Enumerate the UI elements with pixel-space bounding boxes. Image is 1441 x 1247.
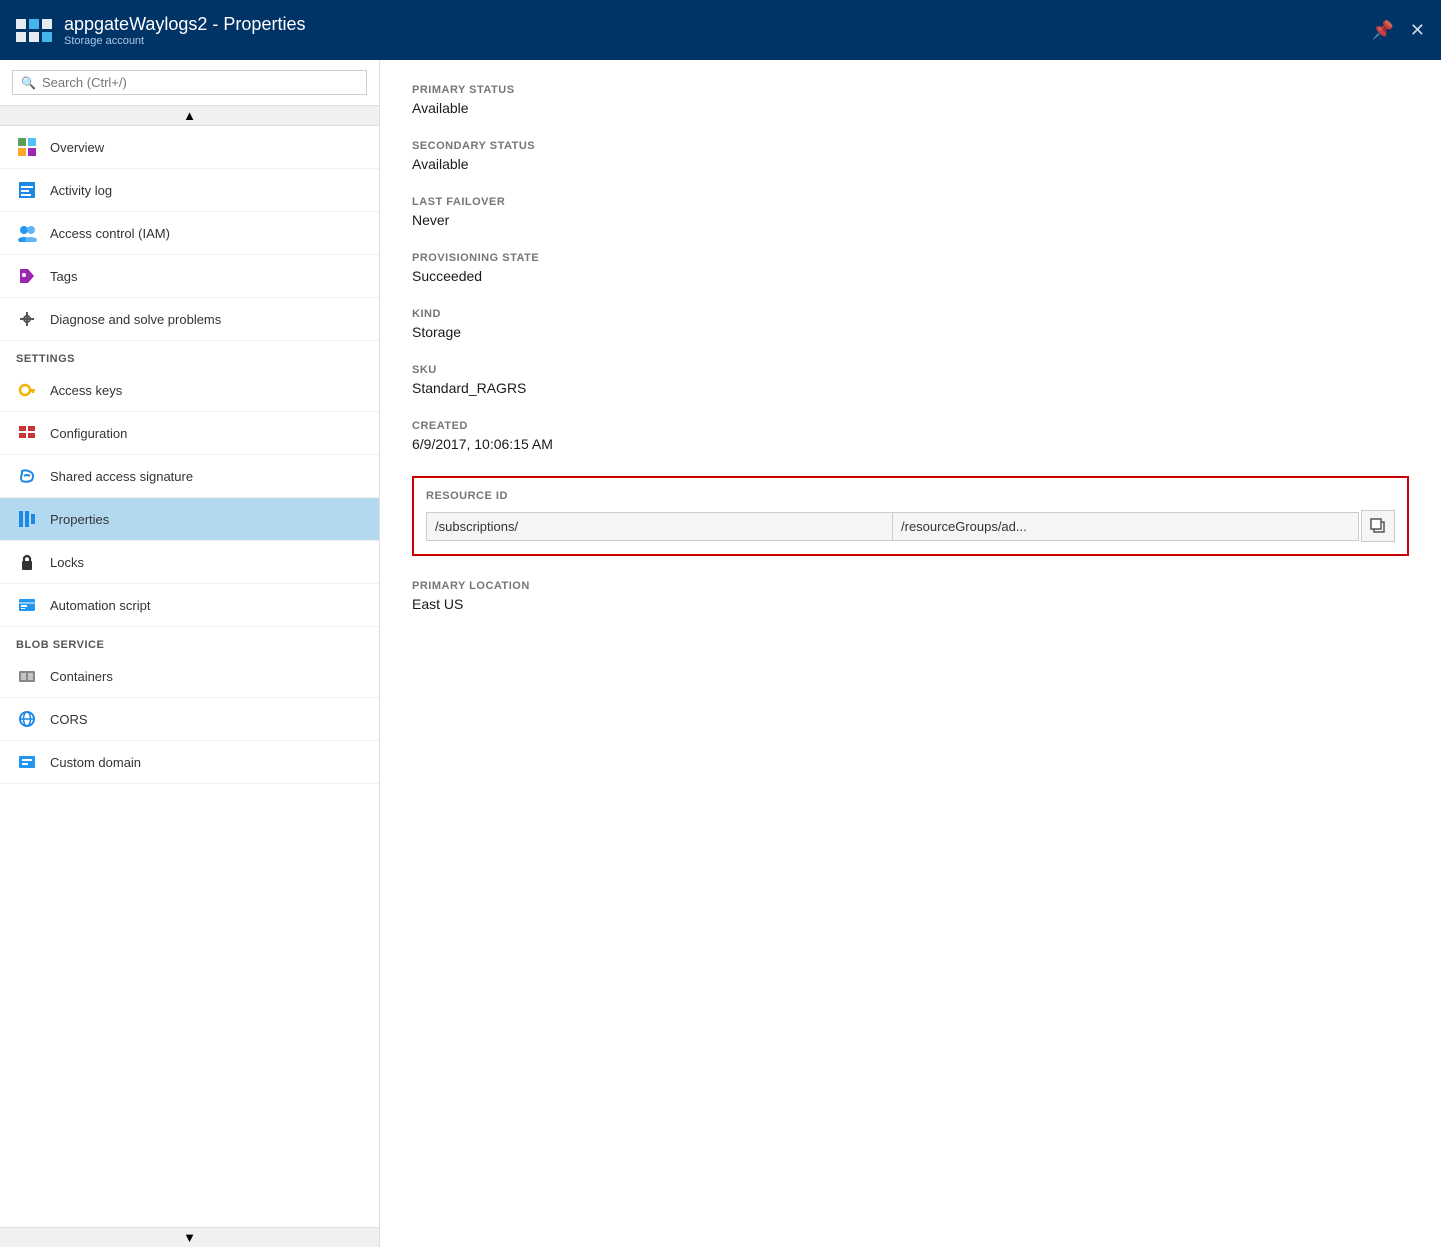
sidebar-item-access-keys[interactable]: Access keys <box>0 369 379 412</box>
sidebar-item-containers[interactable]: Containers <box>0 655 379 698</box>
sidebar-item-overview[interactable]: Overview <box>0 126 379 169</box>
activity-log-icon <box>16 179 38 201</box>
custom-domain-label: Custom domain <box>50 755 141 770</box>
primary-location-label: PRIMARY LOCATION <box>412 580 1409 592</box>
close-button[interactable]: ✕ <box>1410 20 1425 41</box>
resource-id-label: RESOURCE ID <box>426 490 1395 502</box>
pin-button[interactable]: 📌 <box>1371 20 1393 41</box>
sku-label: SKU <box>412 364 1409 376</box>
sidebar-item-tags[interactable]: Tags <box>0 255 379 298</box>
primary-status-label: PRIMARY STATUS <box>412 84 1409 96</box>
secondary-status-value: Available <box>412 156 1409 172</box>
sidebar-item-sas[interactable]: Shared access signature <box>0 455 379 498</box>
sidebar-item-properties[interactable]: Properties <box>0 498 379 541</box>
automation-label: Automation script <box>50 598 150 613</box>
main-content: PRIMARY STATUS Available SECONDARY STATU… <box>380 60 1441 1247</box>
last-failover-section: LAST FAILOVER Never <box>412 196 1409 228</box>
access-control-label: Access control (IAM) <box>50 226 170 241</box>
cors-icon <box>16 708 38 730</box>
diagnose-icon <box>16 308 38 330</box>
provisioning-state-value: Succeeded <box>412 268 1409 284</box>
access-keys-label: Access keys <box>50 383 122 398</box>
kind-label: KIND <box>412 308 1409 320</box>
resource-id-suffix: /resourceGroups/ad... <box>893 512 1359 541</box>
automation-icon <box>16 594 38 616</box>
search-input[interactable] <box>42 75 358 90</box>
tags-icon <box>16 265 38 287</box>
sidebar-content: Overview Activity log <box>0 126 379 1227</box>
overview-icon <box>16 136 38 158</box>
scroll-up-button[interactable]: ▲ <box>0 106 379 126</box>
access-control-icon <box>16 222 38 244</box>
provisioning-state-label: PROVISIONING STATE <box>412 252 1409 264</box>
app-title: appgateWaylogs2 - Properties <box>64 14 305 35</box>
containers-icon <box>16 665 38 687</box>
sidebar-item-locks[interactable]: Locks <box>0 541 379 584</box>
sidebar-item-activity-log[interactable]: Activity log <box>0 169 379 212</box>
access-keys-icon <box>16 379 38 401</box>
last-failover-value: Never <box>412 212 1409 228</box>
search-wrapper[interactable]: 🔍 <box>12 70 367 95</box>
primary-status-section: PRIMARY STATUS Available <box>412 84 1409 116</box>
overview-label: Overview <box>50 140 104 155</box>
scroll-down-button[interactable]: ▼ <box>0 1227 379 1247</box>
title-actions: 📌 ✕ <box>1371 20 1425 41</box>
search-box: 🔍 <box>0 60 379 106</box>
app-subtitle: Storage account <box>64 35 305 47</box>
activity-log-label: Activity log <box>50 183 112 198</box>
main-layout: 🔍 ▲ Overview <box>0 60 1441 1247</box>
settings-section-label: SETTINGS <box>0 341 379 369</box>
copy-resource-id-button[interactable] <box>1361 510 1395 542</box>
sidebar-item-cors[interactable]: CORS <box>0 698 379 741</box>
locks-icon <box>16 551 38 573</box>
properties-label: Properties <box>50 512 109 527</box>
tags-label: Tags <box>50 269 77 284</box>
resource-id-row: /resourceGroups/ad... <box>426 510 1395 542</box>
secondary-status-section: SECONDARY STATUS Available <box>412 140 1409 172</box>
kind-value: Storage <box>412 324 1409 340</box>
secondary-status-label: SECONDARY STATUS <box>412 140 1409 152</box>
sidebar-item-access-control[interactable]: Access control (IAM) <box>0 212 379 255</box>
diagnose-label: Diagnose and solve problems <box>50 312 221 327</box>
search-icon: 🔍 <box>21 76 36 90</box>
configuration-label: Configuration <box>50 426 127 441</box>
locks-label: Locks <box>50 555 84 570</box>
app-logo <box>16 19 52 42</box>
primary-status-value: Available <box>412 100 1409 116</box>
sas-label: Shared access signature <box>50 469 193 484</box>
created-label: CREATED <box>412 420 1409 432</box>
sidebar-item-diagnose[interactable]: Diagnose and solve problems <box>0 298 379 341</box>
resource-id-input[interactable] <box>426 512 893 541</box>
created-section: CREATED 6/9/2017, 10:06:15 AM <box>412 420 1409 452</box>
resource-id-section: RESOURCE ID /resourceGroups/ad... <box>412 476 1409 556</box>
primary-location-value: East US <box>412 596 1409 612</box>
custom-domain-icon <box>16 751 38 773</box>
properties-icon <box>16 508 38 530</box>
title-bar: appgateWaylogs2 - Properties Storage acc… <box>0 0 1441 60</box>
sku-value: Standard_RAGRS <box>412 380 1409 396</box>
blob-service-section-label: BLOB SERVICE <box>0 627 379 655</box>
sku-section: SKU Standard_RAGRS <box>412 364 1409 396</box>
sidebar-item-configuration[interactable]: Configuration <box>0 412 379 455</box>
created-value: 6/9/2017, 10:06:15 AM <box>412 436 1409 452</box>
primary-location-section: PRIMARY LOCATION East US <box>412 580 1409 612</box>
cors-label: CORS <box>50 712 88 727</box>
sidebar-item-automation[interactable]: Automation script <box>0 584 379 627</box>
kind-section: KIND Storage <box>412 308 1409 340</box>
containers-label: Containers <box>50 669 113 684</box>
title-text: appgateWaylogs2 - Properties Storage acc… <box>64 14 305 47</box>
sas-icon <box>16 465 38 487</box>
provisioning-state-section: PROVISIONING STATE Succeeded <box>412 252 1409 284</box>
sidebar: 🔍 ▲ Overview <box>0 60 380 1247</box>
sidebar-item-custom-domain[interactable]: Custom domain <box>0 741 379 784</box>
last-failover-label: LAST FAILOVER <box>412 196 1409 208</box>
configuration-icon <box>16 422 38 444</box>
